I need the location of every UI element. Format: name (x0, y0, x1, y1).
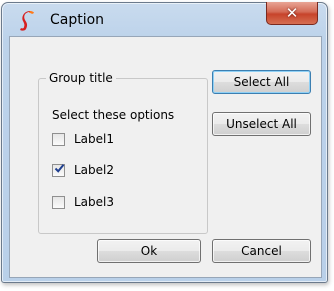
checkbox-label1[interactable] (52, 132, 65, 146)
dialog-client-area: Group title Select these options Label1 … (9, 36, 322, 278)
option-label1[interactable]: Label1 (52, 130, 114, 148)
option-label: Label3 (74, 195, 115, 209)
option-label: Label2 (74, 163, 115, 177)
title-bar[interactable]: Caption ✕ (2, 2, 327, 36)
checkmark-icon (54, 163, 65, 173)
checkbox-label3[interactable] (52, 195, 65, 209)
option-label2[interactable]: Label2 (52, 161, 114, 179)
select-all-button[interactable]: Select All (212, 70, 311, 94)
ok-button[interactable]: Ok (97, 239, 201, 263)
group-description: Select these options (52, 108, 175, 122)
close-icon: ✕ (285, 4, 299, 22)
cancel-button[interactable]: Cancel (212, 239, 311, 263)
unselect-all-button[interactable]: Unselect All (212, 112, 311, 136)
dialog-window: Caption ✕ Group title Select these optio… (1, 2, 328, 283)
checkbox-label2[interactable] (52, 163, 65, 177)
close-button[interactable]: ✕ (266, 2, 318, 25)
window-title: Caption (50, 12, 105, 28)
options-groupbox: Group title Select these options Label1 … (38, 71, 208, 234)
group-title: Group title (46, 71, 116, 85)
option-label: Label1 (74, 132, 115, 146)
app-logo-icon (20, 11, 34, 31)
option-label3[interactable]: Label3 (52, 193, 114, 211)
